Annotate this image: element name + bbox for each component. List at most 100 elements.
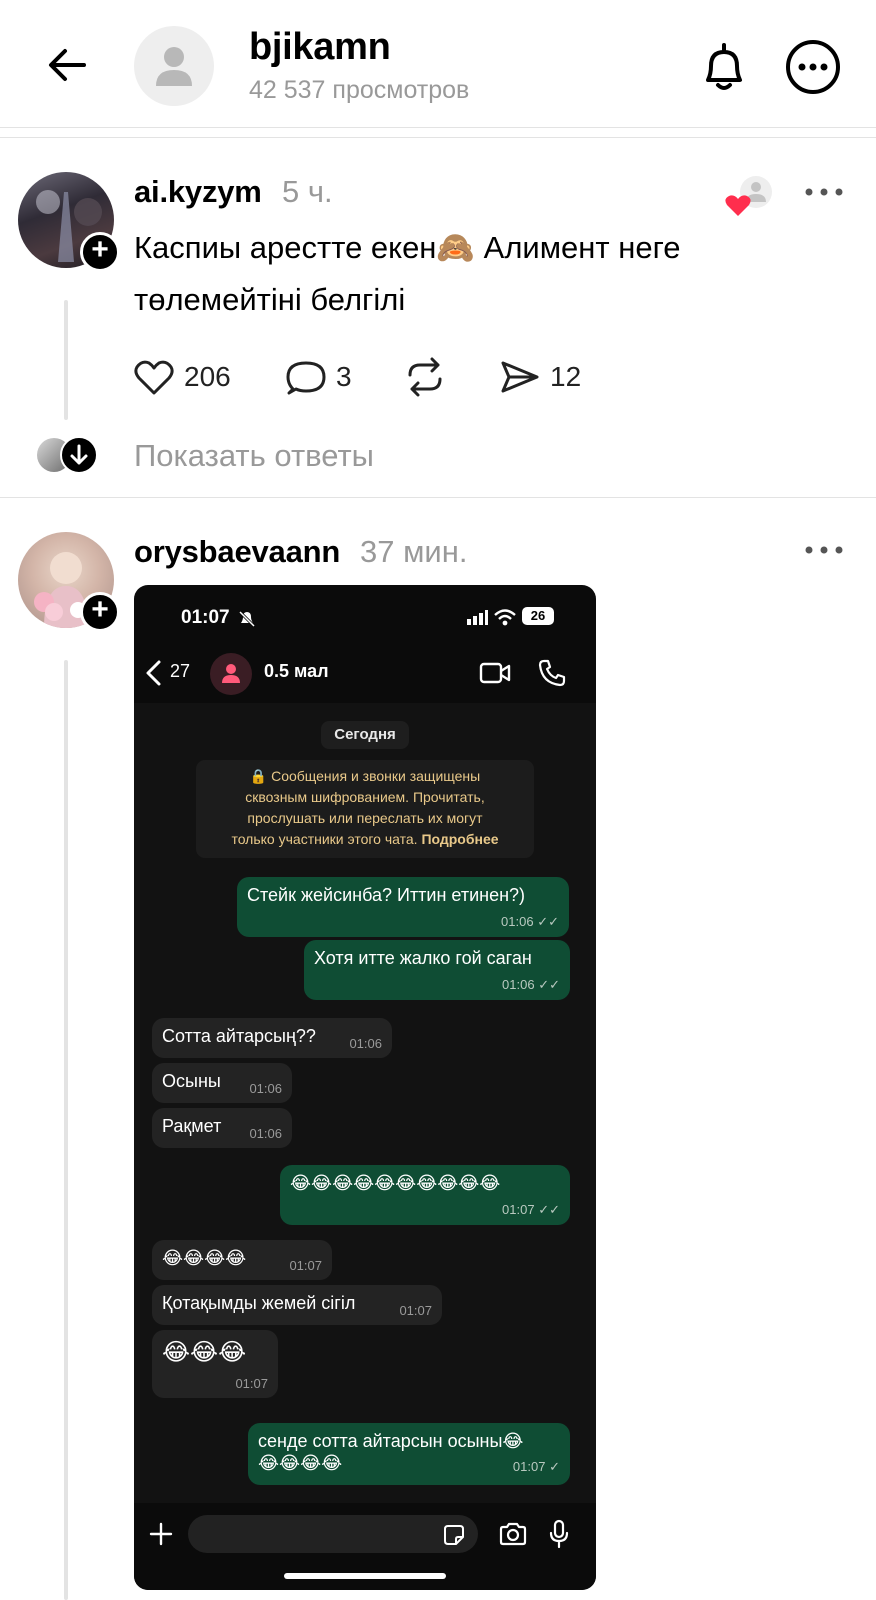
profile-avatar[interactable] bbox=[134, 26, 214, 106]
wifi-icon bbox=[494, 609, 516, 626]
date-separator: Сегодня bbox=[321, 721, 409, 749]
contact-avatar[interactable] bbox=[210, 653, 252, 695]
comment-count: 3 bbox=[336, 361, 352, 392]
encryption-notice-line: сквозным шифрованием. Прочитать, bbox=[245, 789, 485, 805]
sticker-icon[interactable] bbox=[442, 1523, 466, 1547]
plus-attach-icon[interactable] bbox=[148, 1521, 174, 1547]
message-timestamp: 01:06 bbox=[249, 1081, 282, 1096]
learn-more-link[interactable]: Подробнее bbox=[421, 831, 498, 847]
silent-bell-icon bbox=[238, 611, 256, 627]
post-username[interactable]: ai.kyzym bbox=[134, 174, 262, 210]
incoming-message[interactable]: Қотақымды жемей сігіл 01:07 bbox=[152, 1285, 442, 1325]
incoming-message[interactable]: Осыны 01:06 bbox=[152, 1063, 292, 1103]
show-replies-link[interactable]: Показать ответы bbox=[134, 438, 374, 474]
like-count: 206 bbox=[184, 361, 231, 392]
comment-bubble-icon bbox=[286, 361, 326, 395]
incoming-message[interactable]: Рақмет 01:06 bbox=[152, 1108, 292, 1148]
delivered-tick-icon: ✓ bbox=[549, 1459, 560, 1474]
message-timestamp: 01:06 bbox=[349, 1036, 382, 1051]
back-arrow-icon[interactable] bbox=[44, 42, 90, 88]
comment-button[interactable]: 3 bbox=[286, 358, 352, 396]
message-time: 01:07 ✓✓ bbox=[502, 1202, 560, 1218]
message-timestamp: 01:07 bbox=[502, 1202, 535, 1217]
follow-plus-button[interactable]: + bbox=[80, 232, 120, 272]
message-text: Қотақымды жемей сігіл bbox=[162, 1293, 356, 1313]
read-ticks-icon: ✓✓ bbox=[538, 977, 560, 992]
encryption-notice-text: только участники этого чата. bbox=[231, 831, 418, 847]
post-menu-icon[interactable] bbox=[804, 545, 844, 555]
top-bar: bjikamn 42 537 просмотров bbox=[0, 0, 876, 128]
post-time: 37 мин. bbox=[360, 534, 468, 569]
phone-call-icon[interactable] bbox=[538, 659, 566, 687]
post-image-chat-screenshot[interactable]: 01:07 26 27 0.5 мал Сегодня 🔒 Сообщения … bbox=[134, 585, 596, 1590]
message-timestamp: 01:06 bbox=[501, 914, 534, 929]
video-call-icon[interactable] bbox=[479, 661, 511, 685]
outgoing-message[interactable]: сенде сотта айтарсын осыны😂 😂😂😂😂 01:07 ✓ bbox=[248, 1423, 570, 1485]
microphone-icon[interactable] bbox=[548, 1519, 570, 1549]
read-ticks-icon: ✓✓ bbox=[537, 914, 559, 929]
more-options-icon[interactable] bbox=[785, 39, 841, 95]
chevron-left-icon[interactable] bbox=[144, 659, 164, 687]
divider bbox=[0, 137, 876, 138]
message-time: 01:06 ✓✓ bbox=[502, 977, 560, 993]
message-text: 😂😂😂😂 bbox=[162, 1248, 247, 1268]
message-timestamp: 01:06 bbox=[249, 1126, 282, 1141]
message-text: Осыны bbox=[162, 1071, 221, 1091]
message-time: 01:06 ✓✓ bbox=[501, 914, 559, 930]
encryption-notice[interactable]: 🔒 Сообщения и звонки защищены сквозным ш… bbox=[196, 760, 534, 858]
message-timestamp: 01:07 bbox=[289, 1258, 322, 1273]
battery-icon: 26 bbox=[522, 607, 554, 625]
message-text: 😂😂😂😂😂😂😂😂😂😂 bbox=[290, 1173, 501, 1193]
message-time: 01:07 ✓ bbox=[513, 1456, 560, 1478]
share-button[interactable]: 12 bbox=[500, 358, 581, 396]
message-timestamp: 01:07 bbox=[399, 1303, 432, 1318]
post-text-line: Каспиы арестте екен🙈 Алимент неге bbox=[134, 230, 681, 265]
divider bbox=[0, 497, 876, 498]
encryption-notice-line: только участники этого чата. Подробнее bbox=[206, 829, 524, 850]
thread-line bbox=[64, 300, 68, 420]
post-text-line: төлемейтіні белгілі bbox=[134, 282, 406, 317]
page-title[interactable]: bjikamn bbox=[249, 26, 391, 69]
message-text: 😂😂😂 bbox=[162, 1339, 247, 1366]
heart-icon bbox=[134, 360, 174, 395]
views-count: 42 537 просмотров bbox=[249, 76, 470, 104]
send-icon bbox=[501, 361, 539, 393]
message-timestamp: 01:06 bbox=[502, 977, 535, 992]
chat-header: 27 0.5 мал bbox=[134, 643, 596, 703]
thread-line bbox=[64, 660, 68, 1600]
message-text: Сотта айтарсың?? bbox=[162, 1026, 316, 1046]
post-menu-icon[interactable] bbox=[804, 187, 844, 197]
contact-name[interactable]: 0.5 мал bbox=[264, 661, 329, 682]
message-text: Рақмет bbox=[162, 1116, 222, 1136]
post-username[interactable]: orysbaevaann bbox=[134, 534, 340, 570]
bell-icon[interactable] bbox=[698, 40, 750, 94]
encryption-notice-line: прослушать или переслать их могут bbox=[247, 810, 483, 826]
incoming-message[interactable]: 😂😂😂 01:07 bbox=[152, 1330, 278, 1398]
message-text: Стейк жейсинба? Иттин етинен?) bbox=[247, 885, 526, 905]
camera-icon[interactable] bbox=[498, 1521, 528, 1547]
unread-count[interactable]: 27 bbox=[170, 661, 190, 682]
status-bar-time: 01:07 bbox=[181, 607, 230, 628]
encryption-notice-line: 🔒 Сообщения и звонки защищены bbox=[249, 768, 481, 784]
home-indicator bbox=[284, 1573, 446, 1579]
liked-by-author-icon bbox=[725, 176, 772, 216]
message-text: сенде сотта айтарсын осыны😂 bbox=[258, 1431, 524, 1451]
repost-icon[interactable] bbox=[404, 357, 446, 397]
follow-plus-button[interactable]: + bbox=[80, 592, 120, 632]
outgoing-message[interactable]: Хотя итте жалко гой саган 01:06 ✓✓ bbox=[304, 940, 570, 1000]
read-ticks-icon: ✓✓ bbox=[538, 1202, 560, 1217]
post-time: 5 ч. bbox=[282, 174, 333, 209]
incoming-message[interactable]: Сотта айтарсың?? 01:06 bbox=[152, 1018, 392, 1058]
message-text: Хотя итте жалко гой саган bbox=[314, 948, 532, 968]
incoming-message[interactable]: 😂😂😂😂 01:07 bbox=[152, 1240, 332, 1280]
contact-user-icon bbox=[222, 664, 240, 683]
share-count: 12 bbox=[550, 361, 582, 392]
message-timestamp: 01:07 bbox=[512, 1459, 546, 1474]
signal-icon bbox=[467, 610, 488, 625]
outgoing-message[interactable]: Стейк жейсинба? Иттин етинен?) 01:06 ✓✓ bbox=[237, 877, 569, 937]
like-button[interactable]: 206 bbox=[134, 358, 231, 396]
show-replies-arrow-icon[interactable] bbox=[60, 436, 98, 474]
default-user-icon bbox=[156, 47, 192, 86]
outgoing-message[interactable]: 😂😂😂😂😂😂😂😂😂😂 01:07 ✓✓ bbox=[280, 1165, 570, 1225]
message-input[interactable] bbox=[188, 1515, 478, 1553]
